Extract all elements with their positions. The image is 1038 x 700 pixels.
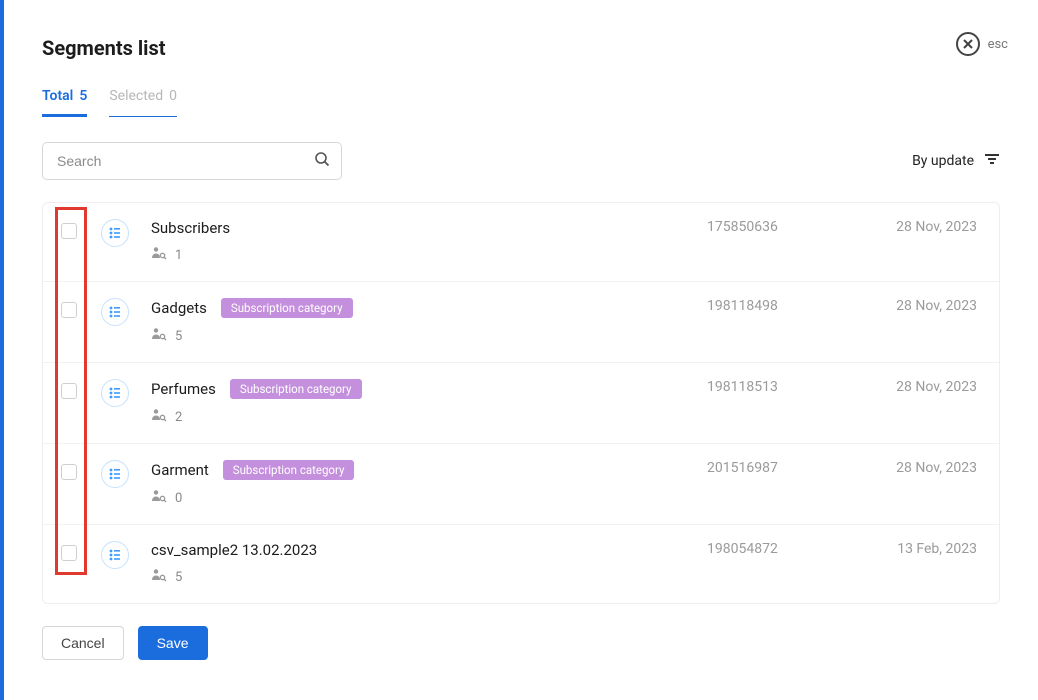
segment-date: 28 Nov, 2023	[877, 379, 977, 395]
tab-selected-label: Selected	[109, 88, 163, 106]
segment-tag: Subscription category	[230, 379, 362, 399]
segment-date: 28 Nov, 2023	[877, 460, 977, 476]
segment-id: 198054872	[707, 541, 827, 557]
segment-icon	[101, 460, 129, 488]
people-search-icon	[151, 567, 167, 587]
segment-date: 28 Nov, 2023	[877, 219, 977, 235]
tab-selected-count: 0	[169, 88, 177, 106]
segment-id: 175850636	[707, 219, 827, 235]
tab-total[interactable]: Total 5	[42, 88, 87, 117]
close-button[interactable]: esc	[956, 32, 1008, 56]
segment-people-count: 2	[175, 410, 182, 425]
segment-checkbox[interactable]	[61, 383, 77, 399]
segment-icon	[101, 219, 129, 247]
cancel-button[interactable]: Cancel	[42, 626, 124, 660]
segment-people-count: 1	[175, 248, 182, 263]
tab-total-count: 5	[79, 88, 87, 104]
tabs: Total 5 Selected 0	[42, 88, 1000, 118]
segment-row: Perfumes Subscription category 2 1981185…	[43, 363, 999, 444]
sort-icon	[984, 152, 1000, 170]
segment-date: 28 Nov, 2023	[877, 298, 977, 314]
segment-tag: Subscription category	[223, 460, 355, 480]
segment-id: 201516987	[707, 460, 827, 476]
segment-id: 198118513	[707, 379, 827, 395]
segment-checkbox[interactable]	[61, 464, 77, 480]
segment-people-count: 5	[175, 570, 182, 585]
segment-row: Gadgets Subscription category 5 19811849…	[43, 282, 999, 363]
esc-label: esc	[988, 37, 1008, 52]
segment-name: Subscribers	[151, 219, 230, 237]
sort-label: By update	[912, 153, 974, 169]
search-field	[42, 142, 342, 180]
segment-name: csv_sample2 13.02.2023	[151, 541, 317, 559]
people-search-icon	[151, 488, 167, 508]
search-icon[interactable]	[314, 151, 330, 171]
segment-people-count: 0	[175, 491, 182, 506]
segment-row: Garment Subscription category 0 20151698…	[43, 444, 999, 525]
people-search-icon	[151, 407, 167, 427]
segment-icon	[101, 379, 129, 407]
segment-id: 198118498	[707, 298, 827, 314]
sort-button[interactable]: By update	[912, 152, 1000, 170]
people-search-icon	[151, 245, 167, 265]
segments-list: Subscribers 1 175850636 28 Nov, 2023	[42, 202, 1000, 604]
segment-checkbox[interactable]	[61, 223, 77, 239]
tab-selected[interactable]: Selected 0	[109, 88, 177, 117]
segment-checkbox[interactable]	[61, 302, 77, 318]
search-input[interactable]	[42, 142, 342, 180]
segment-tag: Subscription category	[221, 298, 353, 318]
people-search-icon	[151, 326, 167, 346]
segment-icon	[101, 541, 129, 569]
segment-name: Gadgets	[151, 299, 207, 317]
segment-icon	[101, 298, 129, 326]
save-button[interactable]: Save	[138, 626, 208, 660]
segment-name: Perfumes	[151, 380, 216, 398]
segment-name: Garment	[151, 461, 209, 479]
segment-row: Subscribers 1 175850636 28 Nov, 2023	[43, 203, 999, 282]
segment-people-count: 5	[175, 329, 182, 344]
close-icon	[956, 32, 980, 56]
page-title: Segments list	[42, 36, 1000, 60]
segment-checkbox[interactable]	[61, 545, 77, 561]
segment-row: csv_sample2 13.02.2023 5 198054872 13 Fe…	[43, 525, 999, 603]
tab-total-label: Total	[42, 88, 73, 104]
segment-date: 13 Feb, 2023	[877, 541, 977, 557]
